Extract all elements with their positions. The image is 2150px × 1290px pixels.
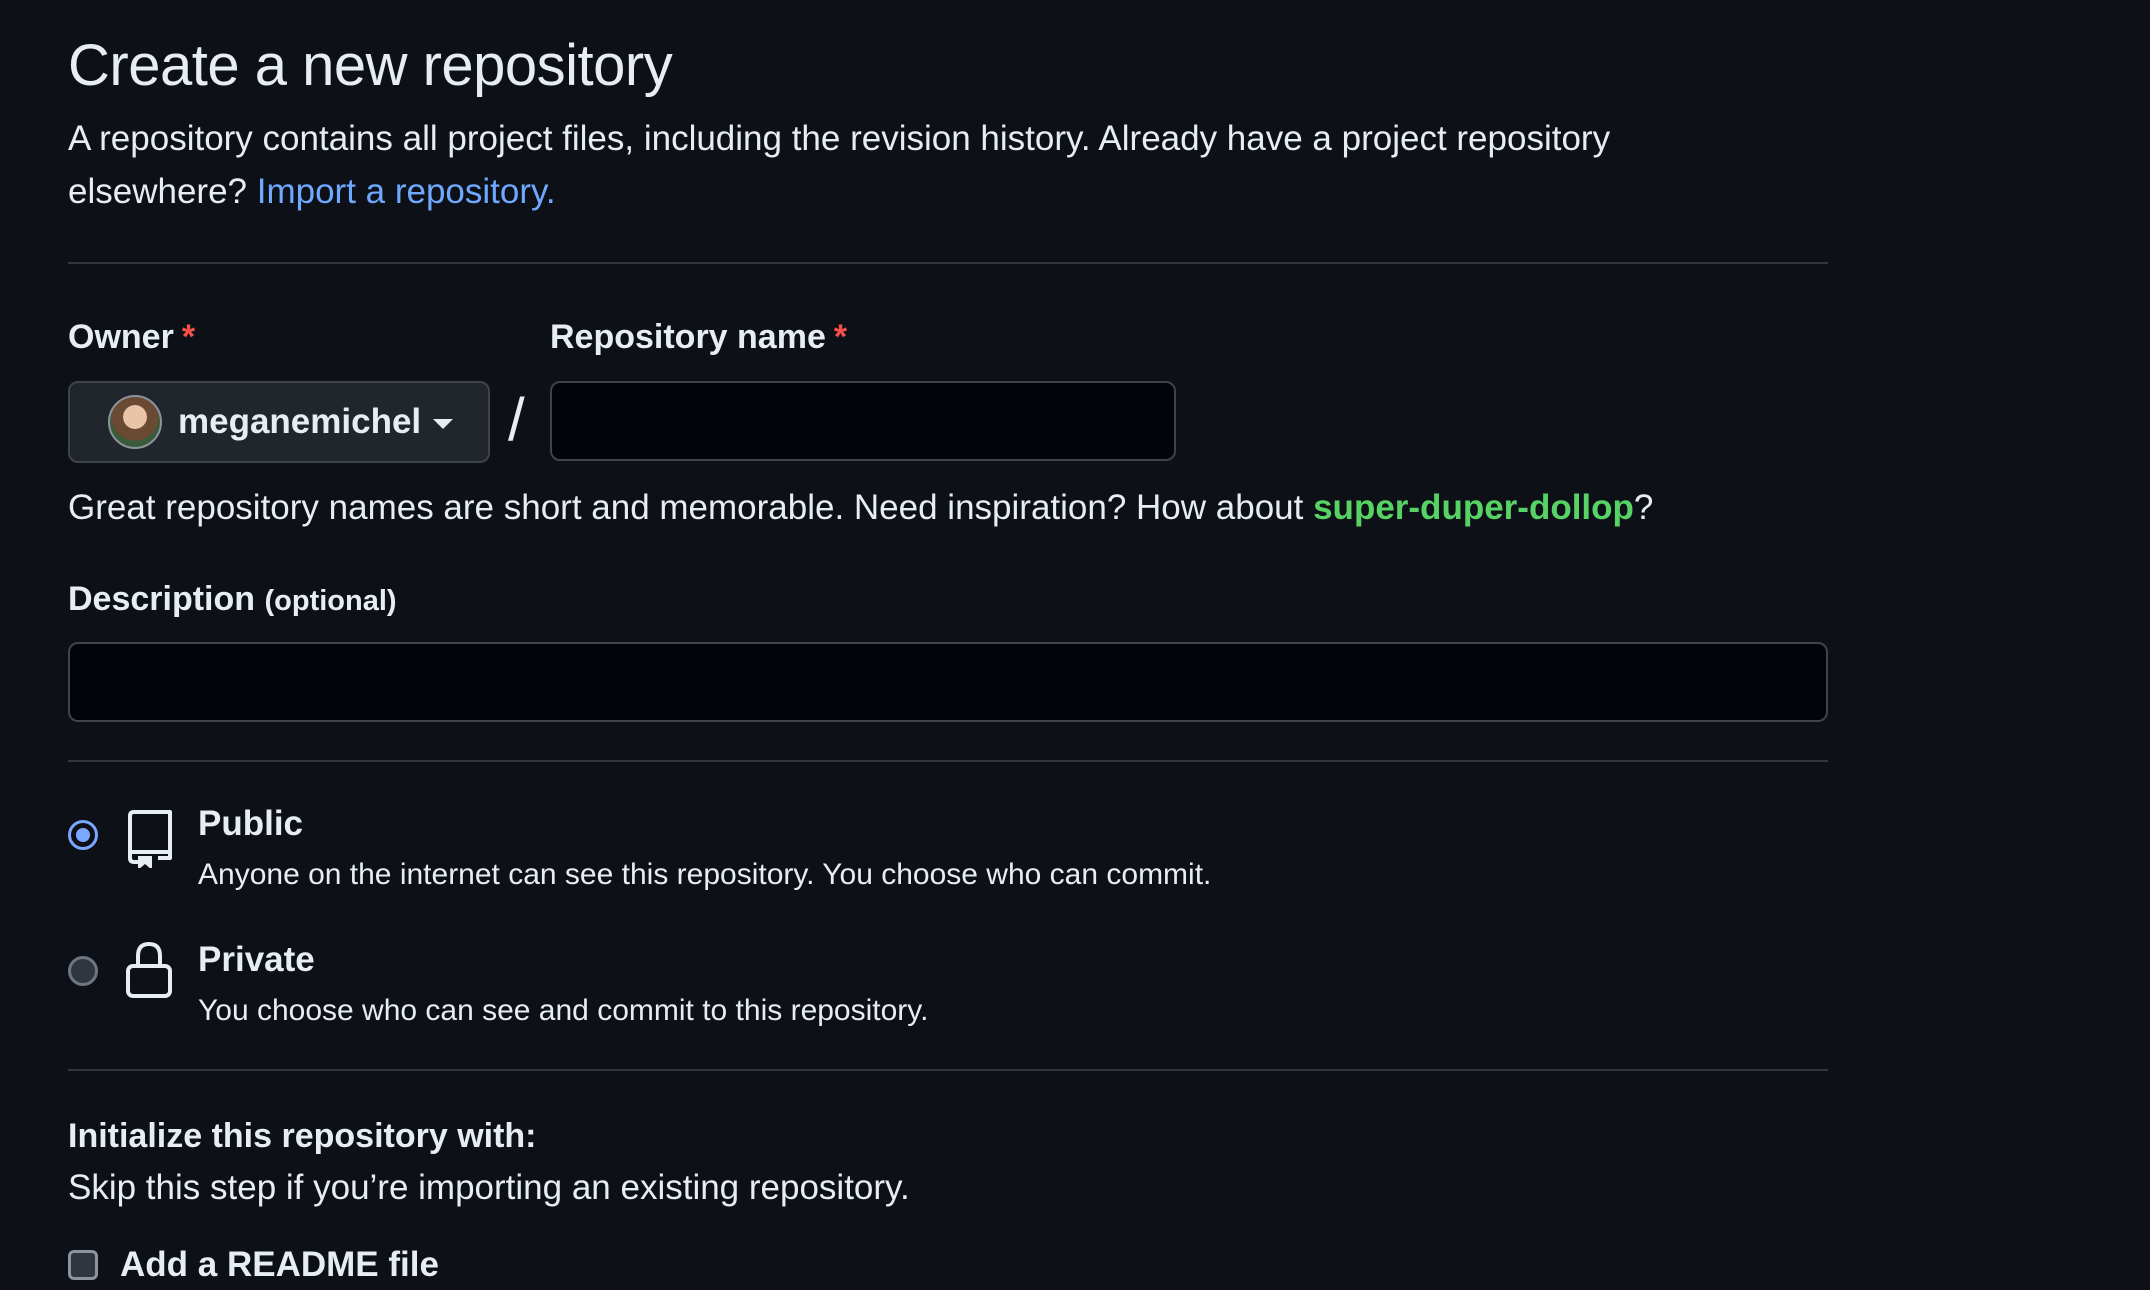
optional-tag: (optional)	[264, 585, 397, 617]
add-readme-label: Add a README file	[120, 1245, 439, 1284]
owner-name: meganemichel	[178, 402, 422, 441]
hint-text: Great repository names are short and mem…	[68, 488, 1304, 527]
required-mark: *	[833, 318, 848, 356]
avatar	[108, 395, 162, 449]
page-subtitle: A repository contains all project files,…	[68, 112, 1788, 218]
private-radio[interactable]	[68, 956, 98, 986]
owner-label: Owner *	[68, 318, 195, 357]
owner-select-button[interactable]: meganemichel	[68, 381, 490, 463]
name-suggestion-link[interactable]: super-duper-dollop	[1313, 488, 1634, 527]
lock-icon	[126, 941, 172, 998]
visibility-option-public[interactable]: Public Anyone on the internet can see th…	[68, 804, 1768, 904]
repo-name-label-text: Repository name	[550, 318, 826, 356]
initialize-description: Skip this step if you’re importing an ex…	[68, 1168, 910, 1207]
divider	[68, 262, 1828, 264]
required-mark: *	[181, 318, 196, 356]
description-input[interactable]	[68, 642, 1828, 722]
divider	[68, 1069, 1828, 1071]
private-title: Private	[198, 940, 315, 979]
private-description: You choose who can see and commit to thi…	[198, 994, 929, 1027]
public-description: Anyone on the internet can see this repo…	[198, 858, 1212, 891]
add-readme-option[interactable]: Add a README file	[68, 1245, 439, 1285]
divider	[68, 760, 1828, 762]
public-radio[interactable]	[68, 820, 98, 850]
description-label: Description (optional)	[68, 580, 397, 619]
repo-icon	[128, 810, 172, 868]
public-title: Public	[198, 804, 304, 843]
visibility-option-private[interactable]: Private You choose who can see and commi…	[68, 940, 1768, 1040]
add-readme-checkbox[interactable]	[68, 1250, 98, 1280]
caret-down-icon	[433, 419, 454, 429]
owner-label-text: Owner	[68, 318, 174, 356]
description-label-text: Description	[68, 580, 256, 618]
page-title: Create a new repository	[68, 33, 673, 98]
name-hint: Great repository names are short and mem…	[68, 488, 1653, 528]
repo-name-label: Repository name *	[550, 318, 847, 357]
import-repository-link[interactable]: Import a repository.	[257, 172, 556, 211]
initialize-title: Initialize this repository with:	[68, 1117, 537, 1155]
hint-suffix: ?	[1633, 488, 1654, 527]
repository-name-input[interactable]	[550, 381, 1176, 461]
owner-repo-separator: /	[508, 386, 525, 453]
